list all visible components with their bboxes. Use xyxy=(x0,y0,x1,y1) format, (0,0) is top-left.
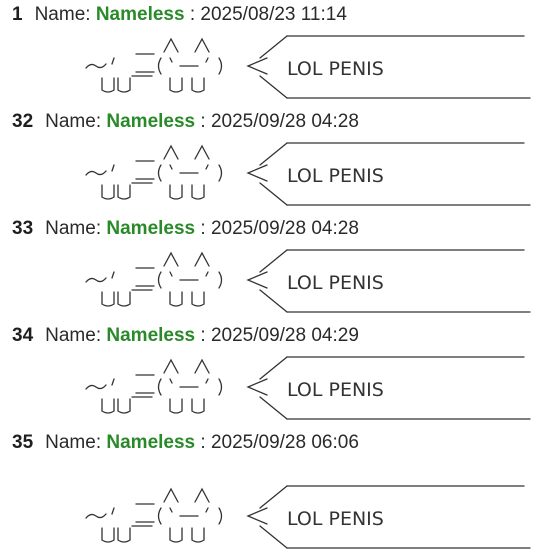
ascii-art-cat: LOL PENIS xyxy=(82,139,552,211)
ascii-art-cat: LOL PENIS xyxy=(82,246,552,318)
post-header: 1 Name: Nameless : 2025/08/23 11:14 xyxy=(12,2,347,28)
cat-art-drawing: LOL PENIS xyxy=(85,356,531,420)
ascii-art-cat: LOL PENIS xyxy=(82,482,552,554)
cat-art-drawing: LOL PENIS xyxy=(85,142,531,206)
ascii-art-cat: LOL PENIS xyxy=(82,353,552,425)
header-separator: : xyxy=(200,218,206,239)
header-separator: : xyxy=(200,111,206,132)
post-message: LOL PENIS xyxy=(287,508,384,530)
post-message: LOL PENIS xyxy=(287,58,384,80)
post-date: 2025/08/23 11:14 xyxy=(200,4,347,25)
post-date: 2025/09/28 06:06 xyxy=(210,432,359,453)
cat-art-drawing: LOL PENIS xyxy=(85,35,531,99)
post-number[interactable]: 35 xyxy=(12,432,33,453)
post-header: 35 Name: Nameless : 2025/09/28 06:06 xyxy=(12,430,359,456)
poster-name: Nameless xyxy=(106,111,196,132)
post-date: 2025/09/28 04:29 xyxy=(210,325,359,346)
post-message: LOL PENIS xyxy=(287,379,384,401)
post-header: 32 Name: Nameless : 2025/09/28 04:28 xyxy=(12,109,359,135)
ascii-art-cat: LOL PENIS xyxy=(82,32,552,104)
post-header: 33 Name: Nameless : 2025/09/28 04:28 xyxy=(12,216,359,242)
poster-name: Nameless xyxy=(106,218,196,239)
header-separator: : xyxy=(200,325,206,346)
post-number[interactable]: 34 xyxy=(12,325,33,346)
name-label: Name: xyxy=(45,111,102,132)
cat-art-drawing: LOL PENIS xyxy=(85,485,531,549)
poster-name: Nameless xyxy=(106,432,196,453)
post-message: LOL PENIS xyxy=(287,165,384,187)
post-date: 2025/09/28 04:28 xyxy=(210,111,359,132)
name-label: Name: xyxy=(45,432,102,453)
poster-name: Nameless xyxy=(106,325,196,346)
post-number[interactable]: 33 xyxy=(12,218,33,239)
header-separator: : xyxy=(189,4,196,25)
post-number[interactable]: 32 xyxy=(12,111,33,132)
name-label: Name: xyxy=(45,325,102,346)
post-number[interactable]: 1 xyxy=(12,4,23,25)
header-separator: : xyxy=(200,432,206,453)
post-date: 2025/09/28 04:28 xyxy=(210,218,359,239)
poster-name: Nameless xyxy=(95,4,185,25)
name-label: Name: xyxy=(34,4,91,25)
cat-art-drawing: LOL PENIS xyxy=(85,249,531,313)
name-label: Name: xyxy=(45,218,102,239)
post-message: LOL PENIS xyxy=(287,272,384,294)
post-header: 34 Name: Nameless : 2025/09/28 04:29 xyxy=(12,323,359,349)
